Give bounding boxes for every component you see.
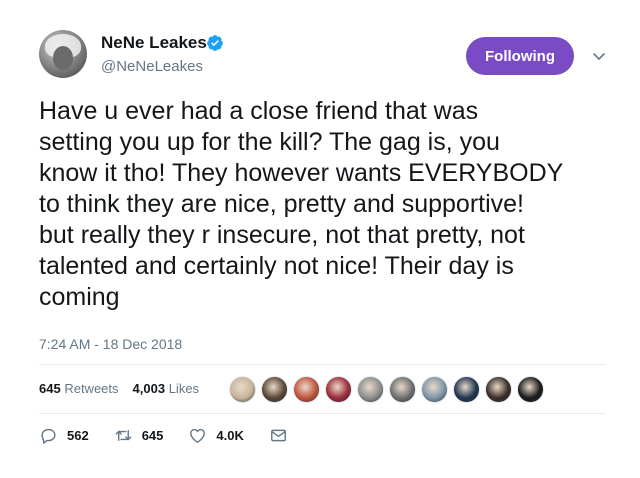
liker-avatar[interactable] xyxy=(325,376,352,403)
tweet-text: Have u ever had a close friend that was … xyxy=(39,97,564,311)
divider xyxy=(39,413,606,414)
liker-avatar[interactable] xyxy=(389,376,416,403)
following-button[interactable]: Following xyxy=(466,37,574,75)
reply-button[interactable]: 562 xyxy=(39,426,89,445)
reply-count: 562 xyxy=(67,428,89,443)
reply-icon xyxy=(41,428,56,444)
likes-label: Likes xyxy=(168,381,200,396)
liker-avatar[interactable] xyxy=(453,376,480,403)
like-button[interactable]: 4.0K xyxy=(188,426,244,445)
liker-avatar[interactable] xyxy=(517,376,544,403)
author-handle[interactable]: @NeNeLeakes xyxy=(101,58,203,75)
likes-stat[interactable]: 4,003 Likes xyxy=(133,381,200,396)
tweet-timestamp[interactable]: 7:24 AM - 18 Dec 2018 xyxy=(39,336,182,352)
author-name[interactable]: NeNe Leakes xyxy=(101,33,207,53)
liker-avatar[interactable] xyxy=(229,376,256,403)
liker-avatar[interactable] xyxy=(485,376,512,403)
tweet-actions: 562 645 4.0K xyxy=(39,426,313,445)
engagement-stats: 645 Retweets 4,003 Likes xyxy=(39,381,199,396)
retweet-count: 645 xyxy=(141,428,164,443)
liker-avatars xyxy=(229,376,544,403)
liker-avatar[interactable] xyxy=(261,376,288,403)
author-avatar[interactable] xyxy=(39,30,87,78)
chevron-down-icon[interactable] xyxy=(591,48,607,64)
retweet-button[interactable]: 645 xyxy=(114,426,164,445)
direct-message-button[interactable] xyxy=(269,426,288,445)
tweet-card: NeNe Leakes @NeNeLeakes Following Have u… xyxy=(0,0,640,478)
like-count: 4.0K xyxy=(216,428,244,443)
liker-avatar[interactable] xyxy=(421,376,448,403)
envelope-icon xyxy=(270,429,286,442)
liker-avatar[interactable] xyxy=(357,376,384,403)
heart-icon xyxy=(190,428,206,443)
avatar-face xyxy=(53,46,73,70)
verified-badge-icon xyxy=(207,35,223,51)
divider xyxy=(39,364,606,365)
liker-avatar[interactable] xyxy=(293,376,320,403)
retweet-icon xyxy=(115,430,132,441)
likes-count: 4,003 xyxy=(132,381,166,396)
retweets-label: Retweets xyxy=(64,381,119,396)
retweets-count: 645 xyxy=(39,381,61,396)
retweets-stat[interactable]: 645 Retweets xyxy=(39,381,119,396)
